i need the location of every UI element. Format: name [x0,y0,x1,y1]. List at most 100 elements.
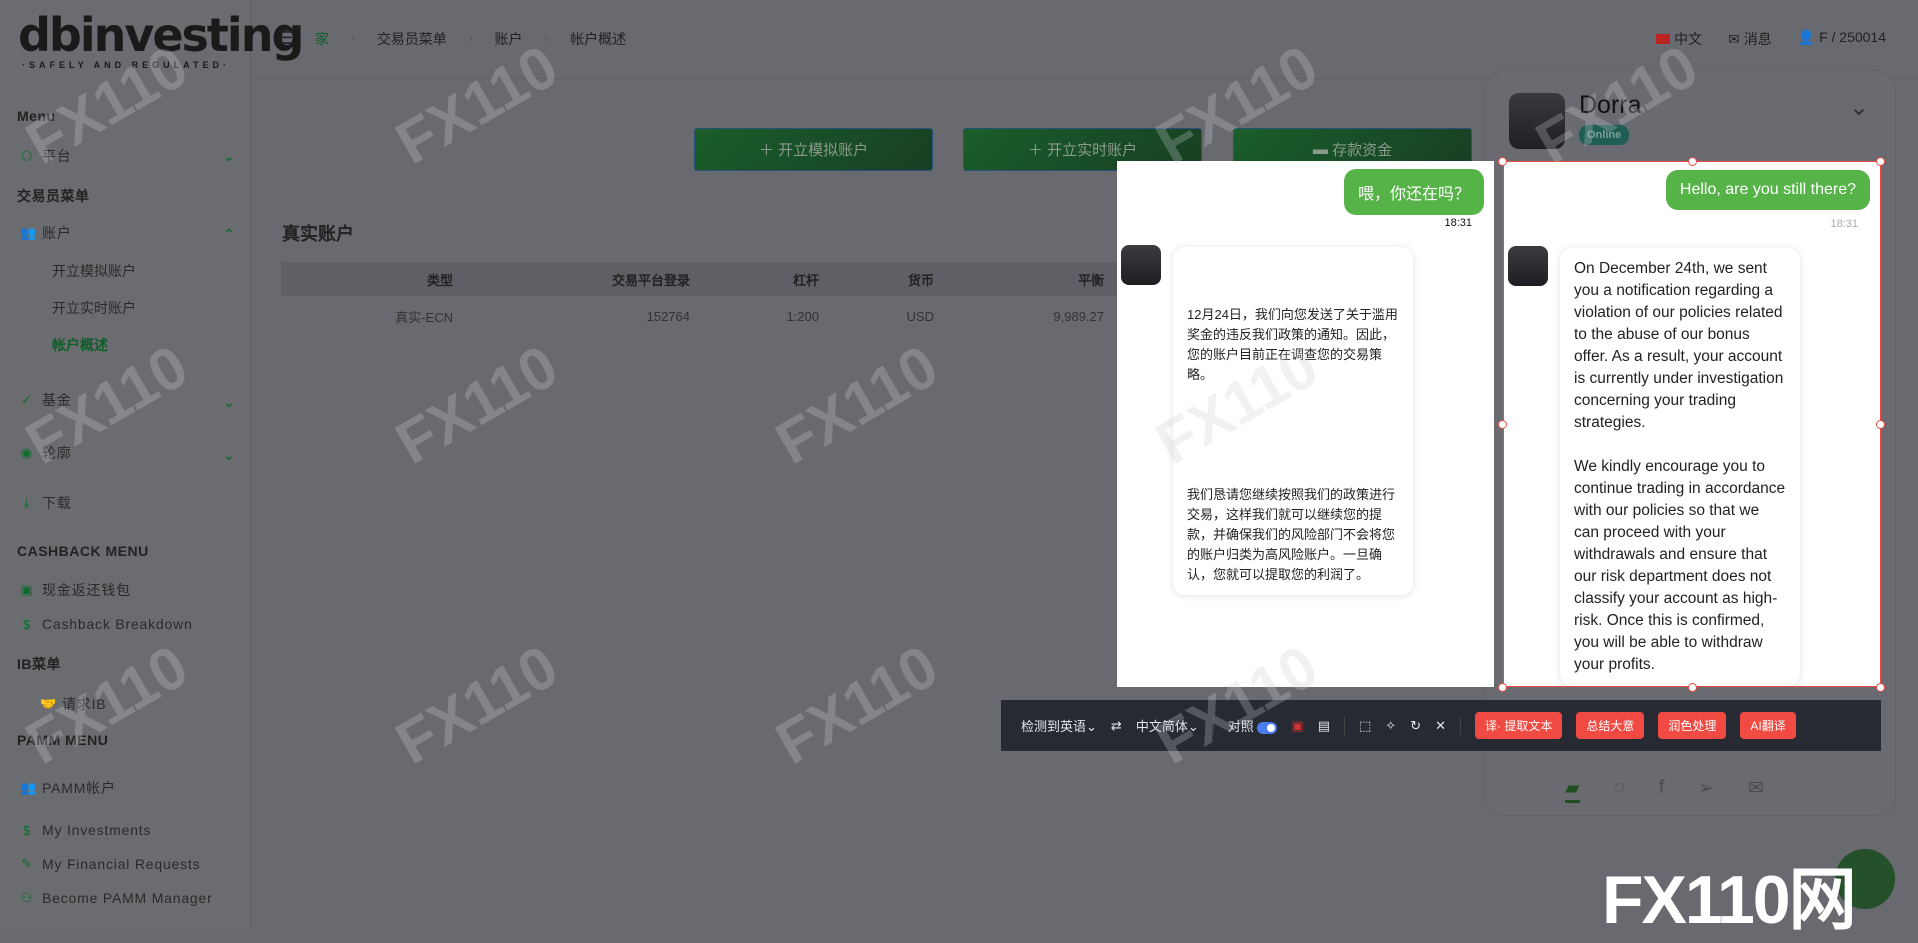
language-switch[interactable]: 中文 [1656,29,1702,49]
save-icon[interactable]: ▤ [1318,718,1330,734]
table-row[interactable]: 真实-ECN 152764 1:200 USD 9,989.27 [281,296,1131,337]
pin-icon[interactable]: ✧ [1385,718,1396,734]
sidebar-item-platform[interactable]: ⬡ 平台 [20,146,72,166]
sidebar-sub-overview[interactable]: 帐户概述 [52,335,108,355]
messages-link[interactable]: ✉ 消息 [1728,29,1772,49]
col-login: 交易平台登录 [611,272,690,288]
outgoing-message: Hello, are you still there? [1665,170,1870,210]
page-title: 真实账户 [282,224,354,244]
summarize-button[interactable]: 总结大意 [1576,712,1645,739]
breadcrumb-accounts[interactable]: 账户 [494,29,522,49]
chevron-down-icon[interactable]: ⌄ [223,394,235,411]
user-circle-icon: ◉ [20,445,34,460]
watermark: FX110 [764,632,949,777]
china-flag-icon [1656,34,1671,44]
pdf-icon[interactable]: ▣ [1291,718,1303,734]
status-badge: Online [1579,125,1630,145]
chevron-down-icon[interactable]: ⌄ [223,148,235,165]
chevron-down-icon[interactable]: ⌄ [1849,93,1869,122]
outgoing-message: 喂，你还在吗？ [1343,169,1484,215]
resize-handle[interactable] [1498,420,1507,429]
sidebar-item-pamm-accounts[interactable]: 👥 PAMM帐户 [20,778,116,798]
col-type: 类型 [426,272,453,288]
sidebar-item-cashback-breakdown[interactable]: $ Cashback Breakdown [20,616,193,632]
sidebar-item-fund[interactable]: ✓ 基金 [20,390,72,410]
user-icon: 👤 [1797,29,1820,45]
timestamp: 18:31 [1830,218,1858,230]
facebook-icon[interactable]: f [1659,777,1664,803]
sidebar-item-cashback-wallet[interactable]: ▣ 现金返还钱包 [20,580,131,600]
breadcrumb-home[interactable]: 家 [315,29,329,49]
check-circle-icon: ✓ [21,392,33,407]
timestamp: 18:31 [1444,217,1472,229]
undo-icon[interactable]: ↻ [1410,718,1421,734]
telegram-icon[interactable]: ➢ [1698,777,1714,803]
agent-avatar [1509,93,1565,149]
menu-title: Menu [17,108,56,124]
col-leverage: 杠杆 [792,272,819,288]
header: ☰ 家 › 交易员菜单 › 账户 › 帐户概述 中文 ✉ 消息 👤 F / 25001… [251,0,1918,79]
email-icon[interactable]: ✉ [1748,777,1764,803]
agent-avatar [1508,246,1548,286]
ai-translate-button[interactable]: AI翻译 [1740,712,1796,739]
edit-icon: ✎ [21,856,33,871]
resize-handle[interactable] [1688,157,1697,166]
resize-handle[interactable] [1876,683,1885,692]
cell: 1:200 [786,309,819,324]
select-region-icon[interactable]: ⬚ [1359,718,1371,734]
close-icon[interactable]: ✕ [1435,718,1446,734]
source-language-select[interactable]: 检测到英语⌄ [1021,716,1097,735]
original-selection-panel[interactable]: Hello, are you still there? 18:31 On Dec… [1503,161,1881,687]
sidebar-item-my-investments[interactable]: $ My Investments [20,822,151,838]
sidebar-sub-live[interactable]: 开立实时账户 [52,298,136,318]
users-icon: 👥 [20,225,37,240]
resize-handle[interactable] [1876,157,1885,166]
incoming-message: On December 24th, we sent you a notifica… [1560,248,1800,686]
sidebar-item-profile[interactable]: ◉ 轮廓 [20,443,72,463]
dollar-cycle-icon: $ [22,616,32,632]
extract-text-button[interactable]: 译· 提取文本 [1475,712,1563,739]
col-currency: 货币 [907,272,934,288]
swap-icon[interactable]: ⇄ [1111,718,1122,734]
download-icon: ⤓ [23,495,31,510]
breadcrumb-current: 帐户概述 [570,30,627,47]
compare-toggle[interactable]: 对照 [1228,716,1278,735]
sidebar-sub-demo[interactable]: 开立模拟账户 [52,261,136,281]
sidebar-item-become-manager[interactable]: ⚇ Become PAMM Manager [20,890,213,906]
open-demo-account-button[interactable]: ＋ 开立模拟账户 [694,128,933,171]
agent-name: Dorra [1579,91,1642,119]
resize-handle[interactable] [1498,683,1507,692]
breadcrumb-trader-menu[interactable]: 交易员菜单 [377,29,447,49]
resize-handle[interactable] [1876,420,1885,429]
sidebar-item-accounts[interactable]: 👥 账户 [20,223,72,243]
incoming-message: 12月24日，我们向您发送了关于滥用奖金的违反我们政策的通知。因此，您的账户目前… [1173,247,1413,595]
cell: USD [906,309,934,324]
whatsapp-icon[interactable]: ◌ [1614,777,1625,803]
sidebar-item-download[interactable]: ⤓ 下载 [20,493,72,513]
ib-menu-title: IB菜单 [17,656,61,672]
breadcrumb: ☰ 家 › 交易员菜单 › 账户 › 帐户概述 [277,28,627,49]
resize-handle[interactable] [1498,157,1507,166]
resize-handle[interactable] [1688,683,1697,692]
table-header: 类型 交易平台登录 杠杆 货币 平衡 [281,262,1131,296]
chat-icon[interactable]: ▰ [1565,777,1580,803]
hamburger-icon[interactable]: ☰ [277,28,293,49]
sidebar-item-request-ib[interactable]: 🤝 请求IB [40,694,106,714]
chevron-up-icon[interactable]: ⌃ [223,226,235,243]
chevron-down-icon[interactable]: ⌄ [223,447,235,464]
fx110-watermark-logo: FX110网 [1602,862,1857,938]
users-icon: 👥 [20,780,37,795]
card-icon: ▬ [1312,141,1333,158]
handshake-icon: 🤝 [40,696,57,711]
sidebar-item-financial-requests[interactable]: ✎ My Financial Requests [20,856,200,872]
watermark: FX110 [384,632,569,777]
col-balance: 平衡 [1077,272,1104,288]
polish-button[interactable]: 润色处理 [1658,712,1727,739]
logo[interactable]: dbinvesting ·SAFELY AND REGULATED· [18,8,304,70]
translation-panel: 喂，你还在吗？ 18:31 12月24日，我们向您发送了关于滥用奖金的违反我们政… [1117,161,1494,687]
user-menu[interactable]: 👤 F / 250014 [1798,29,1886,49]
watermark: FX110 [764,332,949,477]
target-language-select[interactable]: 中文简体⌄ [1136,716,1199,735]
trader-menu-title: 交易员菜单 [17,188,90,204]
wallet-icon: ▣ [20,582,34,597]
